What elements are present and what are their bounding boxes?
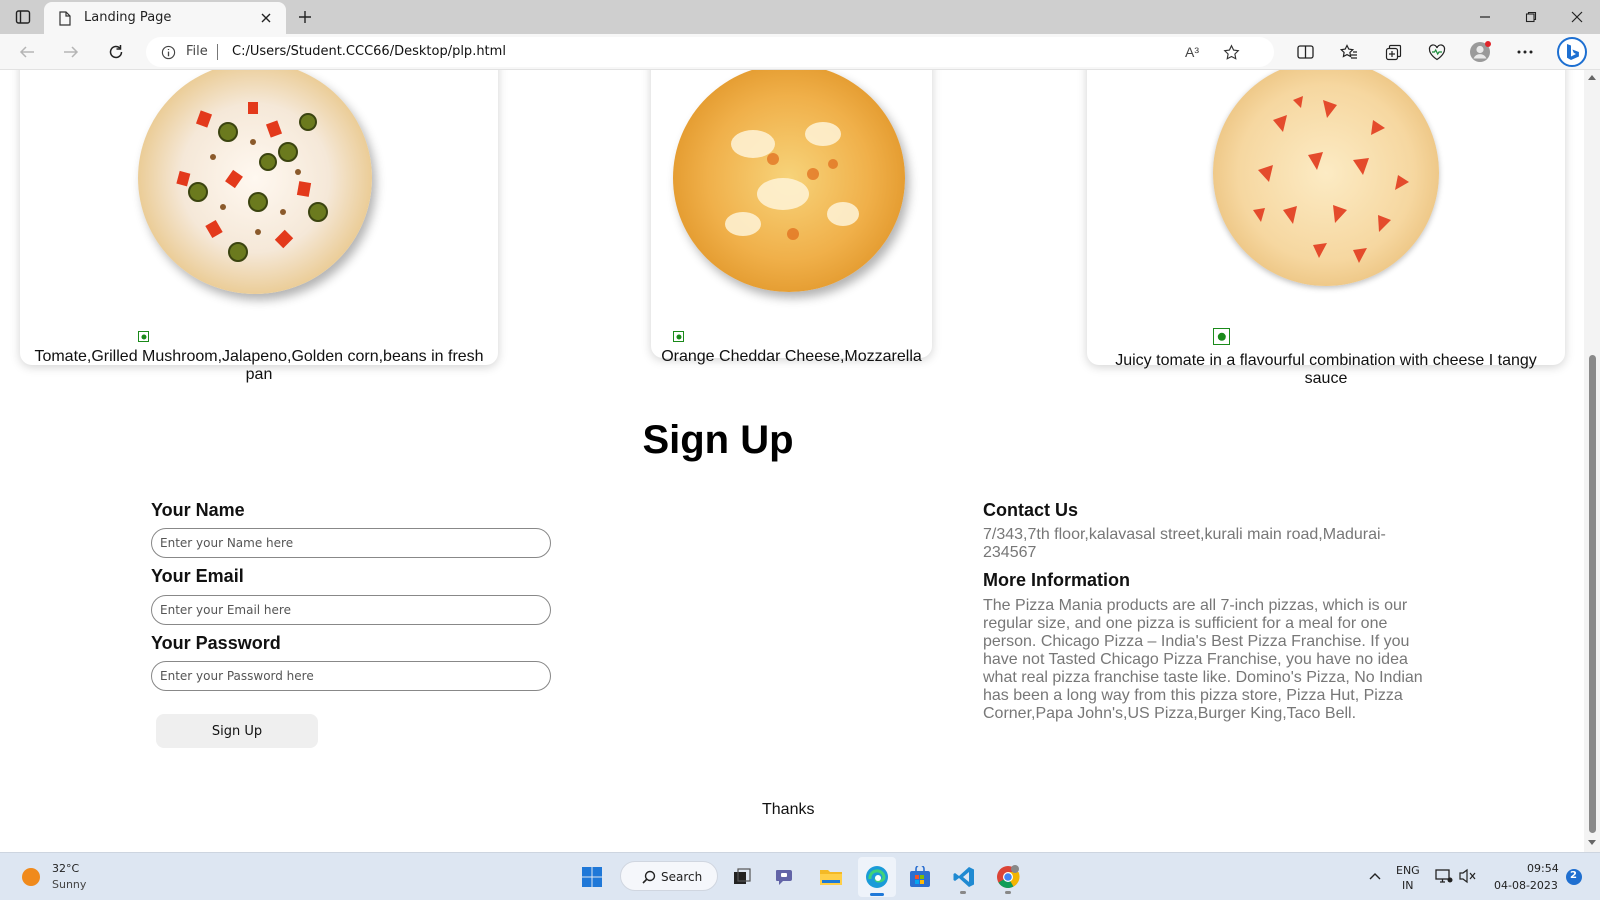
veg-indicator-icon xyxy=(138,331,149,342)
teams-chat-icon[interactable] xyxy=(774,865,798,889)
vscode-icon[interactable] xyxy=(952,865,976,894)
tab-bar: Landing Page xyxy=(0,0,1600,34)
url-scheme-label: File xyxy=(186,44,208,59)
favorites-icon[interactable] xyxy=(1338,41,1360,63)
more-info-heading: More Information xyxy=(983,570,1130,590)
taskbar: 32°C Sunny Search ENG IN 09:54 04-08-202… xyxy=(0,852,1600,900)
pizza-description: Orange Cheddar Cheese,Mozzarella xyxy=(661,348,922,365)
page-icon xyxy=(58,10,72,26)
volume-muted-icon[interactable] xyxy=(1458,867,1478,885)
notification-badge[interactable]: 2 xyxy=(1566,869,1582,885)
collections-icon[interactable] xyxy=(1382,41,1404,63)
scrollbar-thumb[interactable] xyxy=(1589,355,1596,833)
info-icon[interactable] xyxy=(160,44,176,60)
pizza-description: Juicy tomate in a flavourful combination… xyxy=(1115,352,1537,387)
file-explorer-icon[interactable] xyxy=(818,865,844,889)
more-options-icon[interactable] xyxy=(1514,41,1536,63)
contact-address: 7/343,7th floor,kalavasal street,kurali … xyxy=(983,526,1386,561)
scroll-up-icon[interactable] xyxy=(1587,72,1597,82)
browser-essentials-icon[interactable] xyxy=(1426,41,1448,63)
weather-description: Sunny xyxy=(52,878,87,891)
pizza-image xyxy=(673,70,905,292)
clock-time[interactable]: 09:54 xyxy=(1527,862,1559,875)
veg-indicator-icon xyxy=(673,331,684,342)
password-label: Your Password xyxy=(151,633,281,653)
pizza-description: Tomate,Grilled Mushroom,Jalapeno,Golden … xyxy=(34,348,484,383)
language-indicator-bottom: IN xyxy=(1402,879,1414,892)
chrome-icon[interactable] xyxy=(996,865,1020,894)
pizza-card: Orange Cheddar Cheese,Mozzarella xyxy=(651,70,932,365)
address-toolbar: File C:/Users/Student.CCC66/Desktop/plp.… xyxy=(0,34,1600,70)
split-screen-icon[interactable] xyxy=(1294,41,1316,63)
network-icon[interactable] xyxy=(1434,867,1454,885)
taskbar-active-edge[interactable] xyxy=(858,857,896,897)
notification-count: 2 xyxy=(1570,870,1577,881)
task-view-icon[interactable] xyxy=(730,865,754,889)
language-indicator-top[interactable]: ENG xyxy=(1396,864,1420,877)
thanks-text: Thanks xyxy=(762,801,815,818)
active-indicator xyxy=(870,893,884,896)
windows-start-icon[interactable] xyxy=(580,865,604,889)
contact-heading: Contact Us xyxy=(983,500,1079,520)
profile-avatar-icon[interactable] xyxy=(1468,40,1492,64)
page-scrollbar[interactable] xyxy=(1584,70,1600,852)
browser-tab[interactable]: Landing Page xyxy=(44,2,286,34)
weather-temperature[interactable]: 32°C xyxy=(52,862,79,875)
search-icon xyxy=(641,869,657,885)
weather-sun-icon[interactable] xyxy=(20,866,42,888)
pizza-card: Juicy tomate in a flavourful combination… xyxy=(1087,70,1565,387)
password-input[interactable] xyxy=(151,661,551,691)
close-window-icon[interactable] xyxy=(1564,6,1590,28)
clock-date[interactable]: 04-08-2023 xyxy=(1494,879,1558,892)
store-icon[interactable] xyxy=(908,865,932,889)
close-tab-icon[interactable] xyxy=(258,10,274,26)
veg-indicator-icon xyxy=(1213,328,1230,345)
signup-title: Sign Up xyxy=(642,418,794,462)
url-separator xyxy=(217,44,218,60)
signup-button[interactable]: Sign Up xyxy=(156,714,318,748)
refresh-icon[interactable] xyxy=(105,41,127,63)
url-text[interactable]: C:/Users/Student.CCC66/Desktop/plp.html xyxy=(232,44,506,59)
tab-title: Landing Page xyxy=(84,10,172,25)
new-tab-icon[interactable] xyxy=(294,6,316,28)
bing-copilot-icon[interactable] xyxy=(1556,36,1588,68)
pizza-image xyxy=(138,70,372,294)
name-input[interactable] xyxy=(151,528,551,558)
minimize-icon[interactable] xyxy=(1472,6,1498,28)
show-hidden-icons-chevron-icon[interactable] xyxy=(1366,867,1384,885)
edge-browser-icon xyxy=(865,865,889,889)
email-label: Your Email xyxy=(151,566,244,586)
favorite-star-icon[interactable] xyxy=(1222,43,1240,61)
url-bar[interactable]: File C:/Users/Student.CCC66/Desktop/plp.… xyxy=(146,37,1274,67)
pizza-image xyxy=(1213,70,1439,286)
read-aloud-icon[interactable]: A³ xyxy=(1182,43,1202,61)
name-label: Your Name xyxy=(151,500,245,520)
open-indicator xyxy=(1005,891,1011,894)
forward-icon[interactable] xyxy=(60,41,82,63)
email-input[interactable] xyxy=(151,595,551,625)
back-icon[interactable] xyxy=(16,41,38,63)
taskbar-search-box[interactable]: Search xyxy=(620,861,718,891)
page-viewport: Tomate,Grilled Mushroom,Jalapeno,Golden … xyxy=(0,70,1584,852)
scroll-down-icon[interactable] xyxy=(1587,838,1597,848)
pizza-card: Tomate,Grilled Mushroom,Jalapeno,Golden … xyxy=(20,70,498,383)
restore-icon[interactable] xyxy=(1518,6,1544,28)
open-indicator xyxy=(960,891,966,894)
sidebar-toggle-icon[interactable] xyxy=(12,6,34,28)
search-label: Search xyxy=(661,870,703,884)
more-info-text: The Pizza Mania products are all 7-inch … xyxy=(983,597,1423,722)
